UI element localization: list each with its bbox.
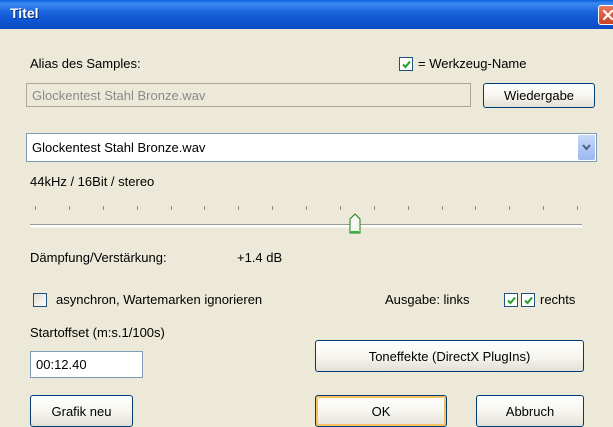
slider-thumb[interactable] — [349, 213, 361, 235]
tool-name-label: = Werkzeug-Name — [418, 56, 527, 71]
sample-select-value: Glockentest Stahl Bronze.wav — [32, 140, 206, 155]
start-offset-label: Startoffset (m:s.1/100s) — [30, 325, 165, 340]
slider-track — [30, 224, 582, 228]
playback-button[interactable]: Wiedergabe — [483, 83, 595, 108]
async-checkbox[interactable] — [33, 293, 47, 307]
close-button[interactable] — [598, 5, 613, 25]
slider-tick — [238, 206, 239, 210]
ok-button-label: OK — [371, 403, 391, 419]
window-title: Titel — [10, 5, 39, 21]
tool-name-checkbox[interactable] — [399, 57, 413, 71]
output-left-checkbox[interactable] — [504, 293, 518, 307]
slider-tick — [35, 206, 36, 210]
slider-tick — [408, 206, 409, 210]
slider-tick — [374, 206, 375, 210]
slider-tick — [442, 206, 443, 210]
slider-tick — [272, 206, 273, 210]
slider-ticks — [30, 206, 582, 210]
title-bar[interactable]: Titel — [0, 0, 613, 29]
tone-effects-button-label: Toneffekte (DirectX PlugIns) — [368, 348, 531, 364]
alias-field: Glockentest Stahl Bronze.wav — [26, 83, 471, 107]
slider-tick — [171, 206, 172, 210]
cancel-button-label: Abbruch — [505, 403, 555, 419]
tone-effects-button[interactable]: Toneffekte (DirectX PlugIns) — [315, 340, 584, 372]
sample-select-dropdown-button[interactable] — [578, 135, 595, 160]
slider-tick — [69, 206, 70, 210]
slider-tick — [475, 206, 476, 210]
new-graphic-button[interactable]: Grafik neu — [30, 395, 133, 427]
start-offset-field[interactable]: 00:12.40 — [30, 351, 143, 378]
slider-tick — [340, 206, 341, 210]
output-right-checkbox[interactable] — [521, 293, 535, 307]
cancel-button[interactable]: Abbruch — [476, 395, 584, 427]
slider-tick — [543, 206, 544, 210]
alias-label: Alias des Samples: — [30, 56, 141, 71]
format-info: 44kHz / 16Bit / stereo — [30, 174, 155, 189]
output-right-label: rechts — [540, 292, 576, 307]
playback-button-label: Wiedergabe — [503, 88, 575, 103]
start-offset-value: 00:12.40 — [36, 357, 87, 372]
gain-label: Dämpfung/Verstärkung: — [30, 250, 167, 265]
ok-button[interactable]: OK — [315, 395, 447, 427]
gain-value: +1.4 dB — [237, 250, 283, 265]
slider-tick — [577, 206, 578, 210]
sample-select[interactable]: Glockentest Stahl Bronze.wav — [26, 133, 597, 162]
slider-tick — [137, 206, 138, 210]
slider-tick — [306, 206, 307, 210]
alias-field-value: Glockentest Stahl Bronze.wav — [32, 87, 206, 103]
slider-tick — [103, 206, 104, 210]
gain-slider[interactable] — [30, 200, 582, 240]
new-graphic-button-label: Grafik neu — [51, 403, 112, 419]
output-label: Ausgabe: links — [385, 292, 470, 307]
async-label: asynchron, Wartemarken ignorieren — [56, 292, 263, 307]
slider-tick — [204, 206, 205, 210]
slider-tick — [509, 206, 510, 210]
